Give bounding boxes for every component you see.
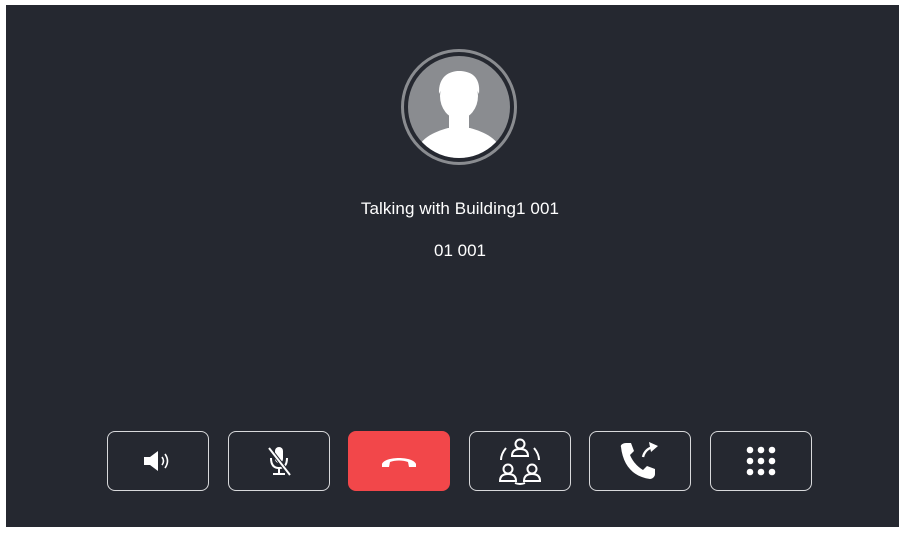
- group-icon: [498, 438, 542, 485]
- keypad-button[interactable]: [710, 431, 812, 491]
- conference-button[interactable]: [469, 431, 571, 491]
- mute-button[interactable]: [228, 431, 330, 491]
- dialpad-icon: [746, 446, 776, 476]
- caller-avatar: [401, 49, 517, 165]
- person-silhouette-icon: [414, 71, 504, 158]
- caller-number: 01 001: [434, 241, 486, 260]
- hangup-button[interactable]: [348, 431, 450, 491]
- avatar-circle: [408, 56, 510, 158]
- call-transfer-icon: [620, 442, 658, 479]
- speaker-button[interactable]: [107, 431, 209, 491]
- hangup-icon: [382, 458, 416, 467]
- call-screen: Talking with Building1 001 01 001: [6, 5, 899, 527]
- speaker-icon: [144, 451, 169, 471]
- call-status-title: Talking with Building1 001: [360, 199, 560, 218]
- transfer-button[interactable]: [589, 431, 691, 491]
- mic-off-icon: [267, 446, 292, 477]
